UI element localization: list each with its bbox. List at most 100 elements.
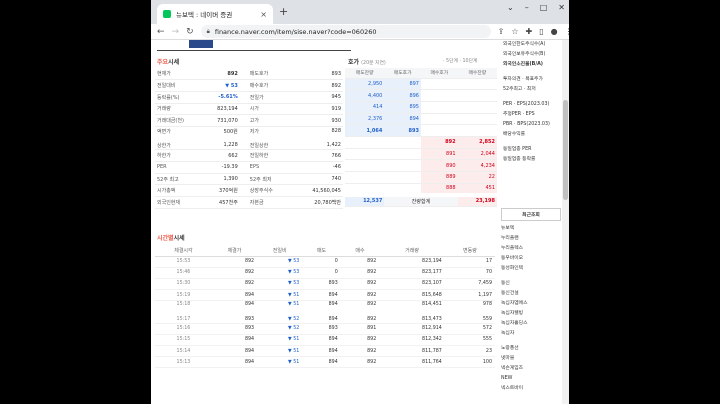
time-cell: ▼ 51	[257, 289, 303, 302]
time-cell: 0	[302, 256, 341, 268]
sidebar-info-item: 외국인보유주식수(B)	[503, 52, 546, 57]
menu-icon[interactable]: ⋮	[565, 27, 569, 36]
empty-cell	[457, 78, 497, 91]
star-icon[interactable]: ☆	[511, 27, 518, 36]
ask-qty: 4,400	[345, 89, 385, 102]
time-cell: ▼ 51	[257, 345, 303, 358]
tab-indicator	[189, 40, 213, 48]
recent-item[interactable]: NEW	[501, 374, 561, 384]
time-cell: 892	[340, 345, 380, 358]
time-cell: 892	[340, 256, 380, 268]
quote-label: 고가	[239, 114, 294, 127]
ask-row: 4,400 896	[345, 89, 497, 102]
table-row: 15:19 894 ▼ 51 894 892 815,648 1,197	[155, 289, 495, 302]
quote-label: 외국인현재	[155, 196, 203, 209]
recent-item[interactable]: 누리플랜	[501, 234, 561, 244]
recent-tab[interactable]: 최근조회	[501, 208, 561, 221]
ask-row: 1,064 893	[345, 124, 497, 137]
time-cell: 892	[340, 334, 380, 347]
table-row: 15:13 894 ▼ 51 894 892 811,764 100	[155, 356, 495, 369]
bid-qty: 22	[457, 171, 497, 184]
bid-qty: 451	[457, 183, 497, 196]
time-cell: 893	[302, 278, 341, 291]
recent-item[interactable]: 노랑풍선	[501, 344, 561, 354]
close-tab-icon[interactable]: ×	[260, 10, 267, 19]
time-cell: 70	[444, 267, 495, 279]
recent-item[interactable]: 녹십자웰빙	[501, 309, 561, 319]
chevron-down-icon[interactable]: ⌄	[507, 3, 514, 12]
recent-item[interactable]: 동신건설	[501, 289, 561, 299]
recent-item[interactable]: 넷마블	[501, 354, 561, 364]
time-cell: 15:30	[155, 278, 212, 291]
recent-item[interactable]: 누리플렉스	[501, 244, 561, 254]
quote-label: 액면가	[155, 126, 203, 139]
recent-item[interactable]: 넥슨게임즈	[501, 364, 561, 374]
ask-row: 2,950 897	[345, 78, 497, 91]
recent-item[interactable]: 동신	[501, 279, 561, 289]
quote-value: 892	[293, 79, 343, 92]
close-window-icon[interactable]: ✕	[558, 3, 565, 12]
table-row: 15:46 892 ▼ 53 0 892 823,177 70	[155, 267, 495, 279]
table-row: 15:15 894 ▼ 51 894 892 812,342 555	[155, 334, 495, 347]
quote-value: 731,070	[202, 114, 240, 127]
minimize-icon[interactable]: –	[525, 3, 529, 12]
quote-table: 현재가 892 매도호가 893 전일대비 ▼ 53 매수호가 892 등락률(%) -5.61%…	[155, 68, 343, 209]
sidepanel-icon[interactable]: ▯	[539, 27, 543, 36]
scrollbar-thumb[interactable]	[563, 100, 568, 200]
recent-item[interactable]: 뉴보텍	[501, 224, 561, 234]
share-icon[interactable]: ⇪	[498, 27, 505, 36]
quote-value: 457천주	[202, 196, 240, 209]
time-header: 체결시각 체결가 전일비 매도 매수 거래량 변동량	[155, 246, 495, 257]
time-cell: 15:13	[155, 356, 212, 369]
profile-icon[interactable]: ●	[551, 27, 558, 36]
window-controls: ⌄ – □ ✕	[507, 3, 565, 12]
recent-item[interactable]: 동성화인텍	[501, 264, 561, 274]
ask-price: 897	[384, 78, 421, 91]
quote-label: 상한가	[155, 138, 203, 151]
table-row: 15:17 893 ▼ 52 894 892 813,473 559	[155, 311, 495, 324]
empty-cell	[420, 78, 458, 91]
time-cell: 814,451	[379, 300, 445, 313]
orderbook-links[interactable]: · 5단계 · 10단계	[443, 57, 477, 64]
back-icon[interactable]: ←	[157, 27, 165, 37]
recent-item[interactable]: 넥스트바이	[501, 384, 561, 394]
time-cell: 894	[302, 356, 341, 369]
recent-item[interactable]: 동우바이오	[501, 254, 561, 264]
recent-item[interactable]: 녹십자	[501, 329, 561, 339]
empty-cell	[457, 101, 497, 114]
orderbook-header-cell: 매도잔량	[345, 68, 385, 79]
quote-label: 자본금	[239, 196, 294, 209]
extensions-icon[interactable]: ✚	[526, 27, 533, 36]
sidebar-info-item: 추정PER · EPS	[503, 112, 535, 117]
time-cell: 894	[211, 334, 258, 347]
reload-icon[interactable]: ↻	[186, 27, 194, 37]
recent-item[interactable]: 녹십자엠에스	[501, 299, 561, 309]
scrollbar[interactable]	[562, 40, 569, 404]
time-cell: 894	[302, 300, 341, 313]
quote-value: 1,390	[202, 173, 240, 186]
time-cell: ▼ 51	[257, 334, 303, 347]
quote-value: 823,194	[202, 103, 240, 116]
new-tab-icon[interactable]: +	[279, 5, 288, 18]
time-cell: 894	[211, 300, 258, 313]
time-cell: 555	[444, 334, 495, 347]
quote-label: 상장주식수	[239, 184, 294, 198]
ask-price: 893	[384, 124, 421, 137]
time-cell: 823,107	[379, 278, 445, 291]
quote-label: 매수호가	[239, 79, 294, 92]
time-cell: 812,342	[379, 334, 445, 347]
time-cell: 1,197	[444, 289, 495, 302]
quote-row: PER -19.39 EPS -46	[155, 161, 343, 174]
browser-tab[interactable]: 뉴보텍 : 네이버 증권 ×	[157, 4, 273, 24]
bid-price: 888	[420, 183, 458, 196]
sidebar-info-item: 외국인한도주식수(A)	[503, 42, 546, 47]
quote-label: 매도호가	[239, 68, 294, 81]
quote-label: PER	[155, 161, 203, 174]
time-cell: 811,764	[379, 356, 445, 369]
ask-qty: 414	[345, 101, 385, 114]
main-quote-prefix: 주요	[157, 59, 169, 66]
maximize-icon[interactable]: □	[540, 3, 548, 12]
url-field[interactable]: 🔒︎ finance.naver.com/item/sise.naver?cod…	[200, 25, 491, 38]
forward-icon[interactable]: →	[172, 27, 180, 37]
recent-item[interactable]: 녹십자홀딩스	[501, 319, 561, 329]
